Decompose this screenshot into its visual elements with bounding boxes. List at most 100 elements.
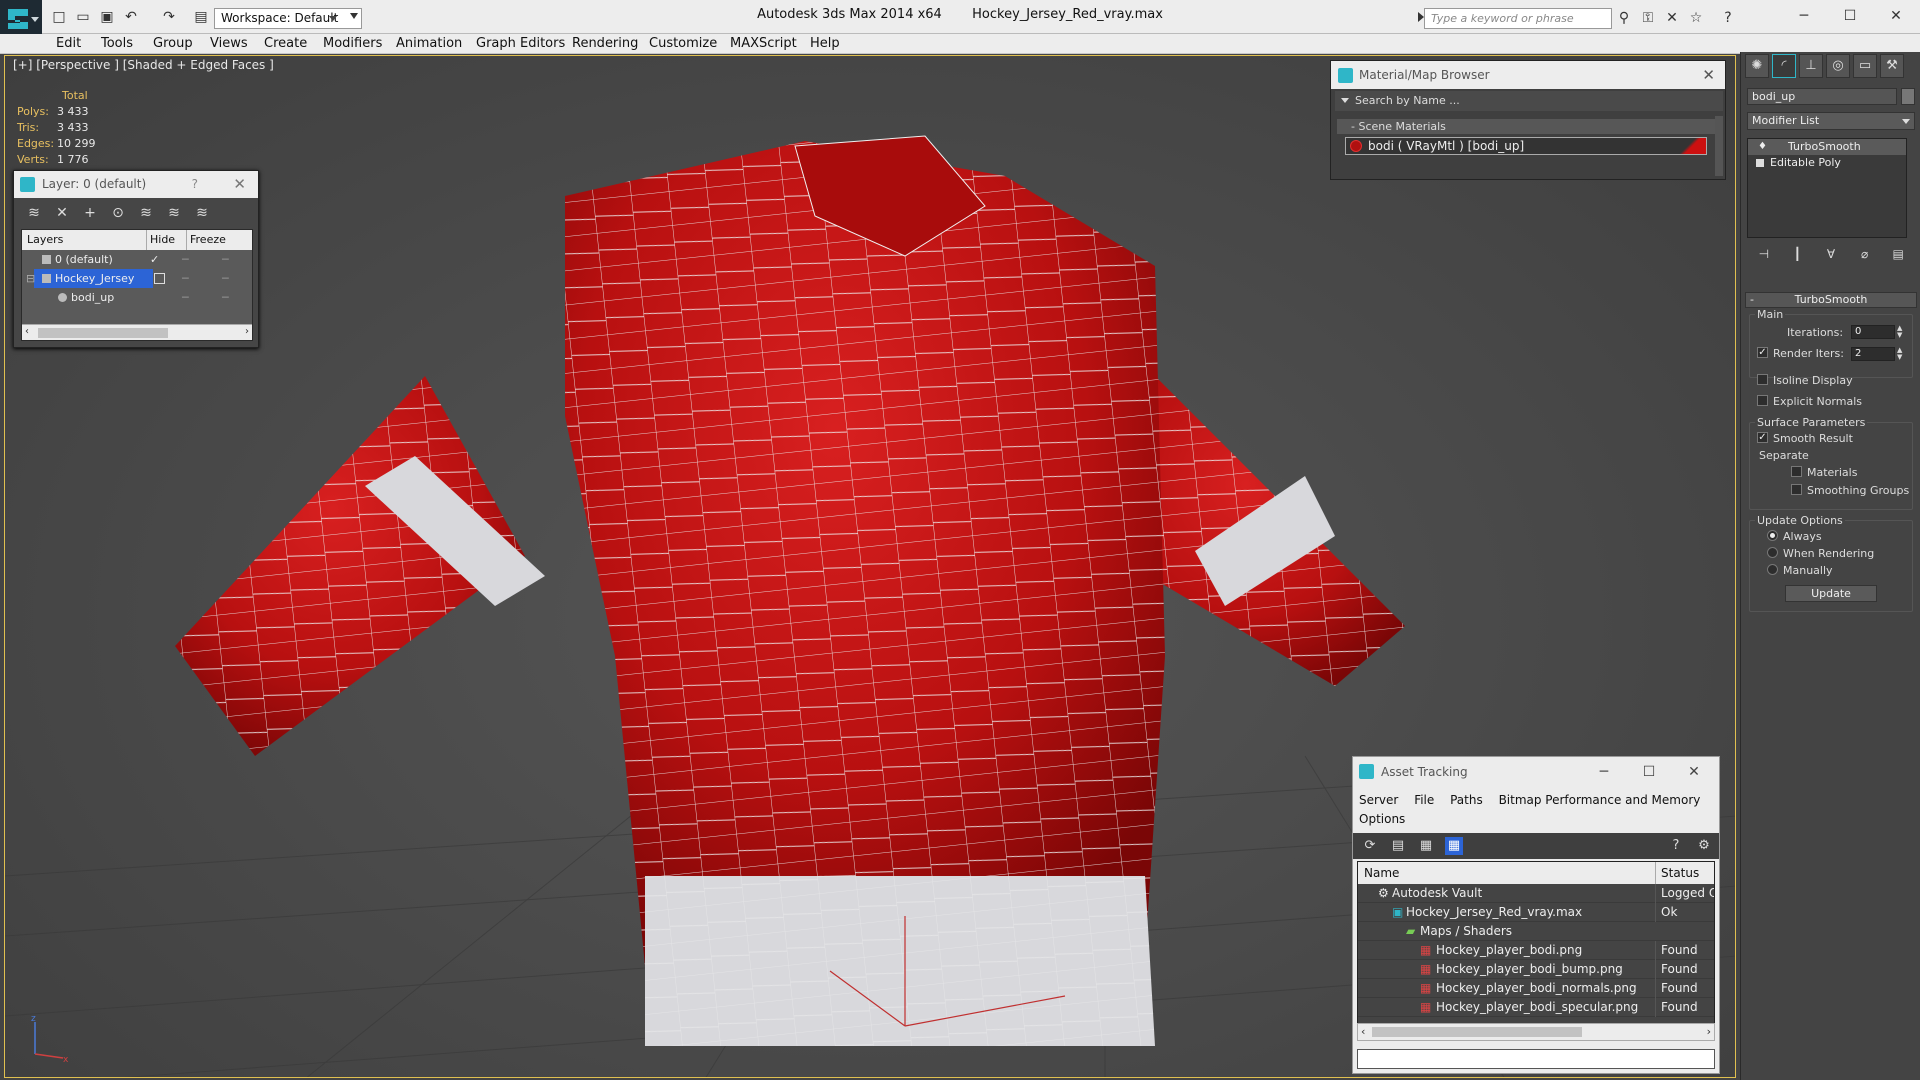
maximize-icon[interactable]: ☐	[1634, 757, 1664, 787]
scroll-right-icon[interactable]: ›	[1707, 1025, 1711, 1038]
menu-bitmap-performance[interactable]: Bitmap Performance and Memory	[1499, 793, 1701, 807]
layer-row[interactable]: bodi_up ─ ─	[22, 288, 252, 307]
menu-group[interactable]: Group	[153, 34, 193, 54]
binoculars-icon[interactable]: ⚲	[1614, 9, 1634, 27]
asset-tracking-titlebar[interactable]: Asset Tracking ─ ☐ ✕	[1353, 757, 1719, 787]
key-icon[interactable]: ⚿	[1638, 9, 1658, 27]
close-icon[interactable]: ✕	[1679, 757, 1709, 787]
asset-tracking-window[interactable]: Asset Tracking ─ ☐ ✕ Server File Paths B…	[1352, 756, 1720, 1074]
highlight-layer-icon[interactable]: ≋	[138, 205, 154, 221]
menu-create[interactable]: Create	[264, 34, 307, 54]
detail-view-icon[interactable]: ▦	[1417, 837, 1435, 855]
menu-file[interactable]: File	[1414, 793, 1434, 807]
motion-tab-icon[interactable]: ◎	[1826, 54, 1850, 78]
search-input[interactable]: Type a keyword or phrase	[1424, 8, 1612, 29]
lightbulb-icon[interactable]: ♦	[1758, 139, 1767, 155]
undo-icon[interactable]: ↶	[122, 9, 140, 25]
add-selection-icon[interactable]: +	[82, 205, 98, 221]
minimize-icon[interactable]: ─	[1782, 4, 1826, 28]
render-iters-checkbox[interactable]: ✓	[1757, 347, 1768, 358]
new-file-icon[interactable]: □	[50, 9, 68, 25]
iterations-spinner[interactable]: 0	[1851, 325, 1895, 339]
minimize-icon[interactable]: ─	[1589, 757, 1619, 787]
asset-row[interactable]: ▰ Maps / Shaders	[1358, 922, 1714, 941]
settings-icon[interactable]: ⚙	[1695, 837, 1713, 855]
menu-modifiers[interactable]: Modifiers	[323, 34, 382, 54]
set-current-checkbox[interactable]	[154, 273, 165, 284]
hierarchy-tab-icon[interactable]: ⊥	[1799, 54, 1823, 78]
utilities-tab-icon[interactable]: ⚒	[1880, 54, 1904, 78]
asset-path-field[interactable]	[1357, 1049, 1715, 1069]
scroll-left-icon[interactable]: ‹	[25, 326, 29, 337]
material-search-input[interactable]: Search by Name ...	[1335, 91, 1723, 111]
material-map-browser[interactable]: Material/Map Browser ✕ Search by Name ..…	[1330, 60, 1726, 180]
display-tab-icon[interactable]: ▭	[1853, 54, 1877, 78]
hide-toggle[interactable]: ─	[182, 250, 189, 269]
redo-icon[interactable]: ↷	[160, 9, 178, 25]
menu-maxscript[interactable]: MAXScript	[730, 34, 797, 54]
favorites-star-icon[interactable]: ☆	[1686, 9, 1706, 27]
asset-row[interactable]: ▦ Hockey_player_bodi.png Found	[1358, 941, 1714, 960]
stack-item-turbosmooth[interactable]: ♦ TurboSmooth	[1748, 139, 1906, 155]
horizontal-scrollbar[interactable]: ‹ ›	[1357, 1023, 1715, 1041]
asset-row[interactable]: ▦ Hockey_player_bodi_bump.png Found	[1358, 960, 1714, 979]
expand-icon[interactable]	[1756, 159, 1764, 167]
create-layer-icon[interactable]: ≋	[26, 205, 42, 221]
remove-modifier-icon[interactable]: ⌀	[1857, 246, 1873, 262]
scrollbar-thumb[interactable]	[1372, 1027, 1582, 1037]
save-file-icon[interactable]: ▣	[98, 9, 116, 25]
list-view-icon[interactable]: ▤	[1389, 837, 1407, 855]
explicit-normals-checkbox[interactable]	[1757, 395, 1768, 406]
smooth-result-checkbox[interactable]: ✓	[1757, 432, 1768, 443]
hide-all-icon[interactable]: ≋	[166, 205, 182, 221]
close-icon[interactable]: ✕	[1874, 4, 1918, 28]
hide-toggle[interactable]: ─	[182, 269, 189, 288]
col-status[interactable]: Status	[1655, 862, 1699, 884]
rollout-header[interactable]: - TurboSmooth	[1745, 292, 1917, 308]
scrollbar-thumb[interactable]	[38, 328, 168, 338]
vertical-scrollbar[interactable]	[1715, 116, 1723, 176]
update-button[interactable]: Update	[1785, 585, 1877, 602]
menu-rendering[interactable]: Rendering	[572, 34, 638, 54]
smoothing-groups-checkbox[interactable]	[1791, 484, 1802, 495]
material-browser-titlebar[interactable]: Material/Map Browser ✕	[1331, 61, 1725, 89]
create-tab-icon[interactable]: ✺	[1745, 54, 1769, 78]
modify-tab-icon[interactable]: ◜	[1772, 54, 1796, 78]
freeze-toggle[interactable]: ─	[222, 269, 229, 288]
material-item[interactable]: bodi ( VRayMtl ) [bodi_up]	[1345, 137, 1707, 155]
connect-icon[interactable]: ✕	[1662, 9, 1682, 27]
hide-toggle[interactable]: ─	[182, 288, 189, 307]
menu-graph-editors[interactable]: Graph Editors	[476, 34, 565, 54]
menu-paths[interactable]: Paths	[1450, 793, 1483, 807]
maximize-icon[interactable]: ☐	[1828, 4, 1872, 28]
asset-row[interactable]: ▣ Hockey_Jersey_Red_vray.max Ok	[1358, 903, 1714, 922]
menu-options[interactable]: Options	[1359, 812, 1405, 826]
project-folder-icon[interactable]: ▤	[192, 9, 210, 25]
freeze-toggle[interactable]: ─	[222, 288, 229, 307]
close-icon[interactable]: ✕	[233, 171, 246, 198]
menu-edit[interactable]: Edit	[56, 34, 81, 54]
help-icon[interactable]: ?	[1667, 837, 1685, 855]
manually-radio[interactable]	[1767, 564, 1778, 575]
make-unique-icon[interactable]: ∀	[1823, 246, 1839, 262]
col-layers[interactable]: Layers	[27, 230, 63, 250]
spinner-arrows-icon[interactable]: ▲ ▼	[1897, 347, 1905, 361]
collapse-icon[interactable]: ⊟	[26, 269, 35, 288]
render-iters-spinner[interactable]: 2	[1851, 347, 1895, 361]
open-file-icon[interactable]: ▭	[74, 9, 92, 25]
scroll-left-icon[interactable]: ‹	[1361, 1025, 1365, 1038]
workspace-dropdown[interactable]: Workspace: Default	[214, 8, 362, 29]
select-objects-icon[interactable]: ⊙	[110, 205, 126, 221]
layer-manager-window[interactable]: Layer: 0 (default) ? ✕ ≋ ✕ + ⊙ ≋ ≋ ≋ Lay…	[13, 170, 259, 348]
object-name-field[interactable]: bodi_up	[1747, 88, 1897, 105]
layer-row[interactable]: 0 (default) ✓ ─ ─	[22, 250, 252, 269]
col-freeze[interactable]: Freeze	[186, 230, 226, 250]
always-radio[interactable]	[1767, 530, 1778, 541]
menu-tools[interactable]: Tools	[101, 34, 133, 54]
asset-row[interactable]: ▦ Hockey_player_bodi_specular.png Found	[1358, 998, 1714, 1017]
materials-checkbox[interactable]	[1791, 466, 1802, 477]
freeze-toggle[interactable]: ─	[222, 250, 229, 269]
show-end-result-icon[interactable]: ┃	[1789, 246, 1805, 262]
stack-item-editable-poly[interactable]: Editable Poly	[1748, 155, 1906, 171]
horizontal-scrollbar[interactable]: ‹ ›	[22, 324, 252, 340]
